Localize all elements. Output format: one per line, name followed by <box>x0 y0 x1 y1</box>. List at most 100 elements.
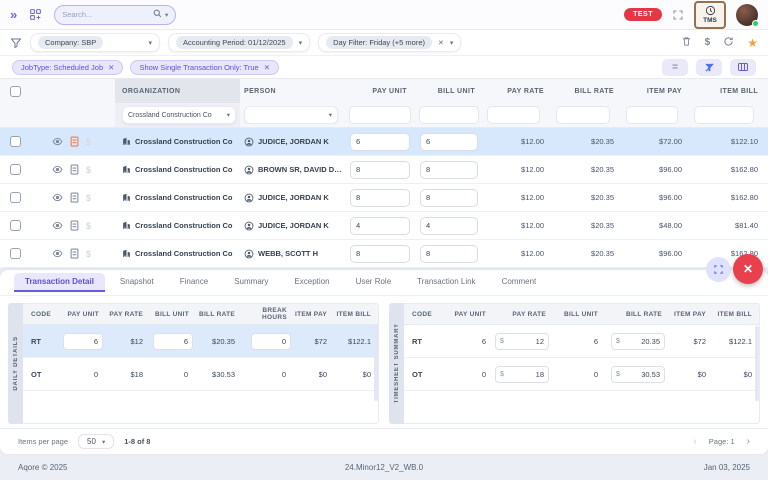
pay-unit-input[interactable] <box>350 132 410 151</box>
bill-unit-input[interactable] <box>420 244 478 263</box>
pay-unit-input[interactable] <box>350 216 410 235</box>
timecard-icon[interactable] <box>70 136 79 147</box>
view-icon[interactable] <box>52 248 63 259</box>
apps-grid-add-icon[interactable] <box>29 8 42 21</box>
clear-filter-button[interactable] <box>696 58 722 76</box>
break-hours-input[interactable] <box>251 332 291 350</box>
filter-icon[interactable] <box>10 37 22 49</box>
detail-tab[interactable]: Finance <box>169 273 219 292</box>
day-filter-chip[interactable]: Day Filter: Friday (+5 more) ✕ ▾ <box>318 33 462 52</box>
previous-page-icon[interactable]: ‹ <box>693 436 696 447</box>
detail-tab[interactable]: Snapshot <box>109 273 165 292</box>
delete-icon[interactable] <box>681 36 692 49</box>
item-bill-filter-input[interactable] <box>694 106 754 124</box>
pay-unit-input[interactable] <box>63 365 103 383</box>
filter-tag[interactable]: Show Single Transaction Only: True ✕ <box>130 59 279 75</box>
billing-icon[interactable]: $ <box>705 37 711 48</box>
bill-unit-input[interactable] <box>420 216 478 235</box>
scrollbar[interactable] <box>374 326 378 401</box>
row-checkbox[interactable] <box>9 248 21 259</box>
column-header-item-bill[interactable]: ITEM BILL <box>690 88 768 95</box>
column-header-pay-rate[interactable]: PAY RATE <box>483 88 552 95</box>
remove-filter-icon[interactable]: ✕ <box>108 63 114 72</box>
company-filter-chip[interactable]: Company: SBP ▾ <box>30 33 160 52</box>
close-detail-button[interactable]: ✕ <box>733 254 763 284</box>
bill-rate-filter-input[interactable] <box>556 106 610 124</box>
column-header-bill-unit[interactable]: BILL UNIT <box>415 88 483 95</box>
pay-unit-input[interactable] <box>63 332 103 350</box>
detail-tab[interactable]: User Role <box>345 273 403 292</box>
view-icon[interactable] <box>52 192 63 203</box>
bill-unit-input[interactable] <box>420 188 478 207</box>
accounting-period-filter-chip[interactable]: Accounting Period: 01/12/2025 ▾ <box>168 33 311 52</box>
timecard-icon[interactable] <box>70 220 79 231</box>
column-header-organization[interactable]: ORGANIZATION <box>115 79 240 103</box>
pay-rate-input[interactable]: $12 <box>495 332 549 350</box>
detail-tab[interactable]: Transaction Detail <box>14 273 105 292</box>
pay-unit-input[interactable] <box>350 244 410 263</box>
columns-button[interactable] <box>730 58 756 76</box>
filter-tag[interactable]: JobType: Scheduled Job ✕ <box>12 59 124 75</box>
pay-unit-input[interactable] <box>350 188 410 207</box>
column-header-person[interactable]: PERSON <box>240 88 345 95</box>
favorite-icon[interactable]: ★ <box>747 36 758 50</box>
break-hours-input[interactable] <box>251 365 291 383</box>
bill-unit-input[interactable] <box>420 132 478 151</box>
pay-rate-input[interactable]: $18 <box>495 365 549 383</box>
tms-app-button[interactable]: TMS <box>694 0 726 29</box>
select-all-checkbox[interactable] <box>9 85 21 97</box>
item-pay-filter-input[interactable] <box>626 106 678 124</box>
pay-unit-filter-input[interactable] <box>349 106 411 124</box>
organization-filter-dropdown[interactable]: Crossland Construction Co ▾ <box>122 106 236 124</box>
detail-tab[interactable]: Transaction Link <box>406 273 486 292</box>
table-row[interactable]: $ Crossland Construction Co JUDICE, JORD… <box>0 184 768 212</box>
bill-unit-filter-input[interactable] <box>419 106 479 124</box>
view-icon[interactable] <box>52 220 63 231</box>
bill-rate-input[interactable]: $20.35 <box>611 332 665 350</box>
user-avatar[interactable] <box>736 3 759 27</box>
column-header-pay-unit[interactable]: PAY UNIT <box>345 88 415 95</box>
expand-sidebar-icon[interactable]: » <box>10 8 17 21</box>
detail-tab[interactable]: Exception <box>283 273 340 292</box>
scrollbar[interactable] <box>755 326 759 401</box>
detail-tab[interactable]: Comment <box>491 273 548 292</box>
refresh-icon[interactable] <box>723 36 734 49</box>
detail-tab[interactable]: Summary <box>223 273 279 292</box>
row-checkbox[interactable] <box>9 220 21 231</box>
view-icon[interactable] <box>52 164 63 175</box>
pay-rate-filter-input[interactable] <box>487 106 540 124</box>
dd-col-bill-unit: BILL UNIT <box>155 310 189 318</box>
column-header-item-pay[interactable]: ITEM PAY <box>622 88 690 95</box>
bill-unit-input[interactable] <box>420 160 478 179</box>
bill-rate-input[interactable]: $30.53 <box>611 365 665 383</box>
bill-unit-input[interactable] <box>153 332 193 350</box>
row-checkbox[interactable] <box>9 136 21 147</box>
view-icon[interactable] <box>52 136 63 147</box>
search-input[interactable] <box>62 10 149 19</box>
fullscreen-icon[interactable] <box>672 9 684 21</box>
menu-equals-button[interactable]: = <box>662 58 688 76</box>
search-chevron-down-icon[interactable]: ▾ <box>165 11 168 19</box>
row-checkbox[interactable] <box>9 192 21 203</box>
table-row[interactable]: $ Crossland Construction Co BROWN SR, DA… <box>0 156 768 184</box>
column-header-bill-rate[interactable]: BILL RATE <box>552 88 622 95</box>
pay-unit-input[interactable] <box>350 160 410 179</box>
global-search[interactable]: ▾ <box>54 4 177 25</box>
expand-detail-button[interactable] <box>706 257 731 282</box>
timecard-icon[interactable] <box>70 192 79 203</box>
table-row[interactable]: $ Crossland Construction Co JUDICE, JORD… <box>0 128 768 156</box>
timecard-icon[interactable] <box>70 164 79 175</box>
next-page-icon[interactable]: › <box>747 436 750 447</box>
remove-filter-icon[interactable]: ✕ <box>438 39 444 47</box>
remove-filter-icon[interactable]: ✕ <box>264 63 270 72</box>
bill-unit-input[interactable] <box>153 365 193 383</box>
row-checkbox[interactable] <box>9 164 21 175</box>
search-icon[interactable] <box>153 9 162 20</box>
person-filter-dropdown[interactable]: ▾ <box>244 106 338 124</box>
table-row[interactable]: $ Crossland Construction Co WEBB, SCOTT … <box>0 240 768 268</box>
page-size-dropdown[interactable]: 50 ▾ <box>78 434 115 449</box>
timecard-icon[interactable] <box>70 248 79 259</box>
accounting-period-label: Accounting Period: 01/12/2025 <box>176 36 293 49</box>
table-row[interactable]: $ Crossland Construction Co JUDICE, JORD… <box>0 212 768 240</box>
detail-tabs: Transaction Detail Snapshot Finance Summ… <box>0 270 768 296</box>
